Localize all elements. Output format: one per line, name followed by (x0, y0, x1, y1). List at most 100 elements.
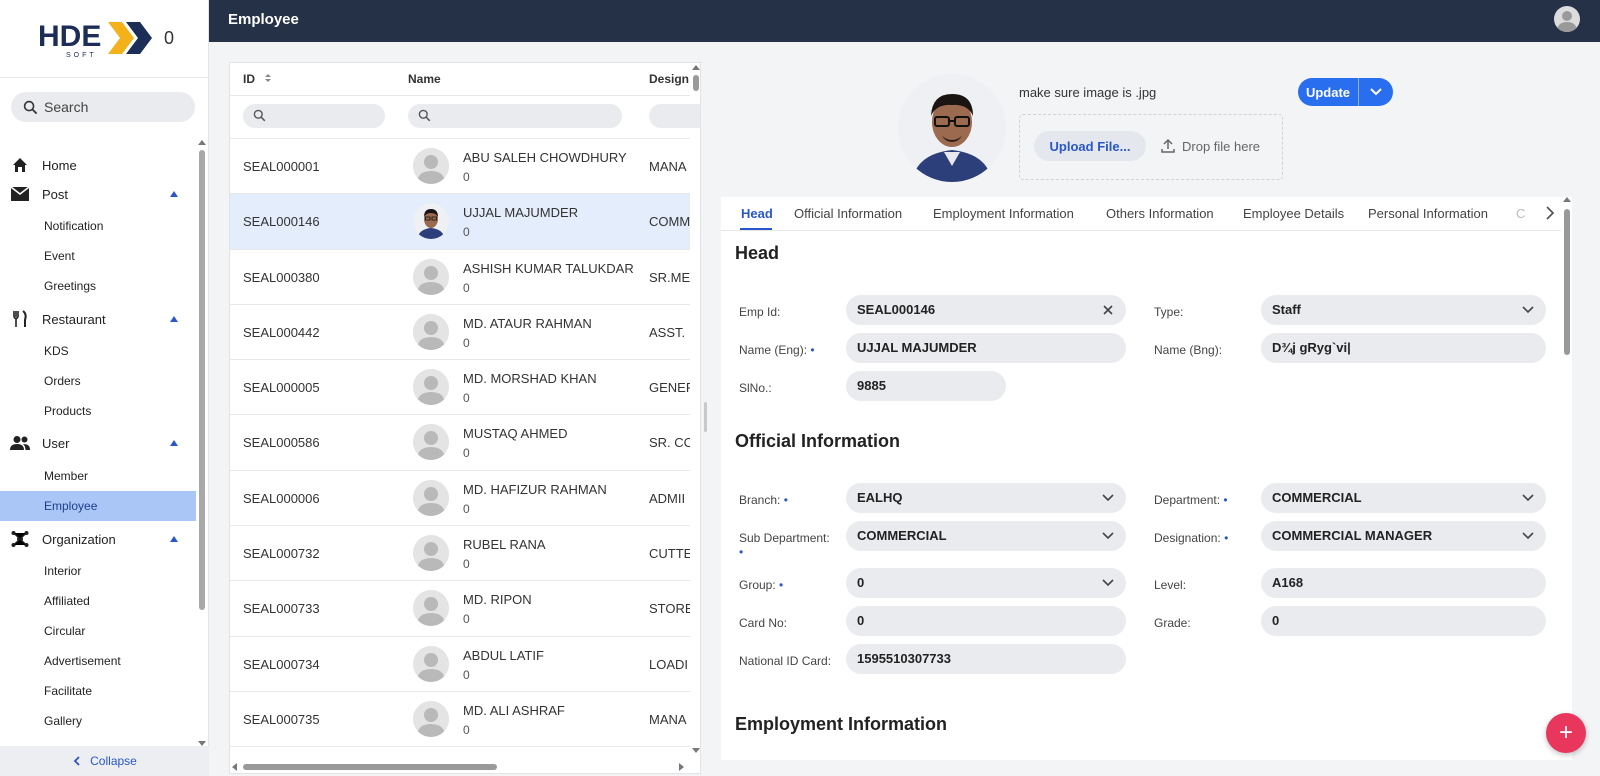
name-bng-field[interactable]: D¾j gRyg`vi| (1261, 333, 1546, 363)
scroll-up-icon[interactable] (1563, 197, 1571, 202)
tab-personal-information[interactable]: Personal Information (1368, 206, 1488, 221)
tab-employment-information[interactable]: Employment Information (933, 206, 1074, 221)
designation-select[interactable]: COMMERCIAL MANAGER (1261, 521, 1546, 551)
tab-employee-details[interactable]: Employee Details (1243, 206, 1344, 221)
employee-id-cell: SEAL000005 (243, 380, 320, 396)
type-select[interactable]: Staff (1261, 295, 1546, 325)
collapse-label: Collapse (90, 754, 137, 768)
sidebar-item-label: Restaurant (42, 311, 106, 327)
table-row[interactable]: SEAL000006 MD. HAFIZUR RAHMAN 0 ADMII (230, 471, 690, 527)
table-row[interactable]: SEAL000586 MUSTAQ AHMED 0 SR. CC (230, 415, 690, 471)
scroll-up-icon[interactable] (692, 65, 700, 70)
table-vertical-scrollbar[interactable] (691, 63, 700, 753)
table-row[interactable]: SEAL000146 UJJAL MAJUMDER 0 COMM (230, 194, 690, 250)
employee-designation-cell: ADMII (649, 490, 686, 506)
scroll-left-icon[interactable] (232, 763, 237, 771)
employee-id-cell: SEAL000586 (243, 435, 320, 451)
sidebar-item-kds[interactable]: KDS (0, 336, 196, 366)
table-row[interactable]: SEAL000442 MD. ATAUR RAHMAN 0 ASST. (230, 305, 690, 361)
employee-name-cell: MD. RIPON (463, 592, 532, 608)
grade-field[interactable]: 0 (1261, 606, 1546, 636)
employee-name-cell: ASHISH KUMAR TALUKDAR (463, 260, 634, 276)
scrollbar-thumb[interactable] (243, 764, 497, 770)
sidebar-item-user[interactable]: User (0, 428, 196, 458)
sidebar-item-notification[interactable]: Notification (0, 211, 196, 241)
table-row[interactable]: SEAL000380 ASHISH KUMAR TALUKDAR 0 SR.ME (230, 250, 690, 305)
collapse-button[interactable]: Collapse (0, 746, 209, 776)
card-no-field[interactable]: 0 (846, 606, 1126, 636)
table-row[interactable]: SEAL000005 MD. MORSHAD KHAN 0 GENEF (230, 360, 690, 416)
sidebar-item-event[interactable]: Event (0, 241, 196, 271)
panel-splitter[interactable] (704, 402, 707, 432)
sidebar-item-interior[interactable]: Interior (0, 556, 196, 586)
column-header-name[interactable]: Name (408, 63, 441, 95)
sidebar-item-member[interactable]: Member (0, 461, 196, 491)
table-row[interactable]: SEAL000734 ABDUL LATIF 0 LOADI (230, 637, 690, 692)
employee-designation-cell: ASST. (649, 324, 686, 340)
chevron-right-icon[interactable] (1545, 206, 1555, 220)
employee-name-cell: UJJAL MAJUMDER (463, 205, 579, 221)
tab-others-information[interactable]: Others Information (1106, 206, 1214, 221)
sidebar-item-greetings[interactable]: Greetings (0, 271, 196, 301)
table-row[interactable]: SEAL000001 ABU SALEH CHOWDHURY 0 MANA (230, 139, 690, 195)
table-row[interactable]: SEAL000735 MD. ALI ASHRAF 0 MANA (230, 692, 690, 748)
user-avatar[interactable] (1554, 6, 1580, 32)
table-row[interactable]: SEAL000732 RUBEL RANA 0 CUTTE (230, 526, 690, 582)
tab-head[interactable]: Head (741, 206, 773, 221)
employee-name-cell: RUBEL RANA (463, 537, 546, 553)
sidebar-item-products[interactable]: Products (0, 396, 196, 426)
id-filter-input[interactable] (243, 104, 385, 128)
sidebar-item-gallery[interactable]: Gallery (0, 706, 196, 736)
scroll-up-icon[interactable] (198, 140, 206, 145)
group-select[interactable]: 0 (846, 568, 1126, 598)
detail-tabs: Head Official Information Employment Inf… (721, 197, 1561, 231)
name-filter-input[interactable] (408, 104, 622, 128)
employee-name-cell: MUSTAQ AHMED (463, 426, 568, 442)
sidebar-item-restaurant[interactable]: Restaurant (0, 304, 196, 334)
sidebar-item-orders[interactable]: Orders (0, 366, 196, 396)
section-title-head: Head (735, 243, 780, 263)
required-mark: • (783, 493, 788, 507)
tab-official-information[interactable]: Official Information (794, 206, 902, 221)
chevron-down-icon (1522, 494, 1534, 502)
sidebar-scrollbar[interactable] (198, 140, 206, 746)
level-field[interactable]: A168 (1261, 568, 1546, 598)
table-horizontal-scrollbar[interactable] (230, 759, 690, 773)
table-row[interactable]: SEAL000733 MD. RIPON 0 STORE (230, 581, 690, 637)
scroll-right-icon[interactable] (679, 763, 684, 771)
clear-icon[interactable] (1102, 304, 1114, 316)
sidebar-item-organization[interactable]: Organization (0, 524, 196, 554)
detail-scrollbar[interactable] (1563, 197, 1571, 760)
scrollbar-thumb[interactable] (1564, 209, 1570, 355)
sidebar-item-post[interactable]: Post (0, 179, 196, 209)
add-button[interactable]: + (1546, 713, 1586, 753)
column-header-id[interactable]: ID (243, 63, 272, 95)
name-eng-field[interactable]: UJJAL MAJUMDER (846, 333, 1126, 363)
scrollbar-thumb[interactable] (693, 75, 699, 91)
sidebar-item-facilitate[interactable]: Facilitate (0, 676, 196, 706)
update-button[interactable]: Update (1298, 78, 1358, 106)
image-format-hint: make sure image is .jpg (1019, 85, 1157, 100)
emp-id-field[interactable]: SEAL000146 (846, 295, 1126, 325)
chevron-up-icon (170, 440, 178, 446)
update-button-group: Update (1298, 78, 1393, 106)
slno-field[interactable]: 9885 (846, 371, 1006, 401)
scroll-down-icon[interactable] (692, 748, 700, 753)
scrollbar-thumb[interactable] (199, 150, 205, 610)
nid-field[interactable]: 1595510307733 (846, 644, 1126, 674)
employee-code-cell: 0 (463, 722, 470, 737)
update-options-button[interactable] (1358, 78, 1393, 106)
sidebar-search-input[interactable]: Search (11, 92, 195, 122)
sidebar-item-circular[interactable]: Circular (0, 616, 196, 646)
upload-file-button[interactable]: Upload File... (1034, 131, 1146, 161)
department-select[interactable]: COMMERCIAL (1261, 483, 1546, 513)
sidebar-item-employee[interactable]: Employee (0, 491, 196, 521)
column-header-designation[interactable]: Design (649, 63, 690, 95)
sub-department-select[interactable]: COMMERCIAL (846, 521, 1126, 551)
group-label: Group: • (739, 578, 784, 592)
sidebar-item-home[interactable]: Home (0, 150, 196, 180)
sidebar-item-affiliated[interactable]: Affiliated (0, 586, 196, 616)
file-drop-zone[interactable]: Upload File... Drop file here (1019, 114, 1283, 180)
sidebar-item-advertisement[interactable]: Advertisement (0, 646, 196, 676)
branch-select[interactable]: EALHQ (846, 483, 1126, 513)
